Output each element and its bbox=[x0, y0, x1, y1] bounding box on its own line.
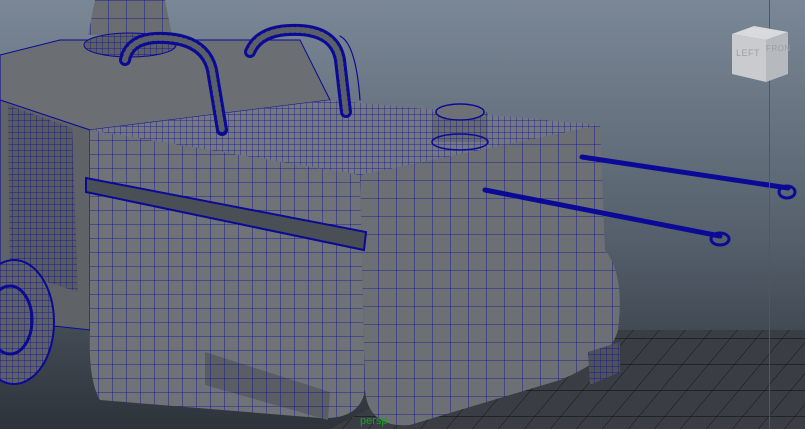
maya-perspective-viewport[interactable]: LEFT FRON persp bbox=[0, 0, 805, 429]
scene-canvas[interactable] bbox=[0, 0, 805, 429]
view-cube-front-label[interactable]: FRON bbox=[766, 44, 791, 53]
camera-name-label: persp bbox=[360, 415, 388, 427]
antenna-upper bbox=[579, 154, 797, 200]
view-cube[interactable]: LEFT FRON bbox=[724, 22, 794, 88]
view-cube-left-label[interactable]: LEFT bbox=[736, 48, 760, 58]
